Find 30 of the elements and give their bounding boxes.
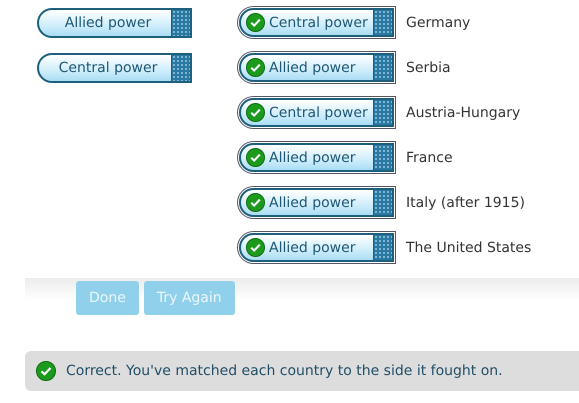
check-icon [246, 13, 265, 32]
country-label: France [406, 150, 453, 166]
check-icon [246, 148, 265, 167]
answer-chip[interactable]: Allied power [37, 8, 192, 38]
country-label: Austria-Hungary [406, 104, 520, 120]
grip-icon [171, 10, 190, 36]
country-label: Italy (after 1915) [406, 194, 525, 210]
country-label: Serbia [406, 60, 451, 76]
grip-icon [171, 55, 190, 81]
answer-chip[interactable]: Allied power [239, 233, 394, 262]
check-icon [246, 238, 265, 257]
answer-chip[interactable]: Allied power [239, 143, 394, 172]
answer-chip[interactable]: Allied power [239, 53, 394, 82]
check-icon [246, 193, 265, 212]
answer-chip[interactable]: Central power [37, 53, 192, 83]
grip-icon [373, 190, 392, 215]
country-label: Germany [406, 14, 470, 30]
check-icon [36, 361, 56, 381]
check-icon [246, 58, 265, 77]
answer-chip[interactable]: Allied power [239, 188, 394, 217]
feedback-text: Correct. You've matched each country to the side it fought on. [66, 363, 503, 379]
check-icon [246, 103, 265, 122]
answer-chip[interactable]: Central power [239, 98, 394, 127]
country-label: The United States [406, 240, 532, 256]
grip-icon [373, 235, 392, 260]
grip-icon [373, 145, 392, 170]
answer-chip[interactable]: Central power [239, 8, 394, 37]
grip-icon [373, 10, 392, 35]
grip-icon [373, 100, 392, 125]
grip-icon [373, 55, 392, 80]
